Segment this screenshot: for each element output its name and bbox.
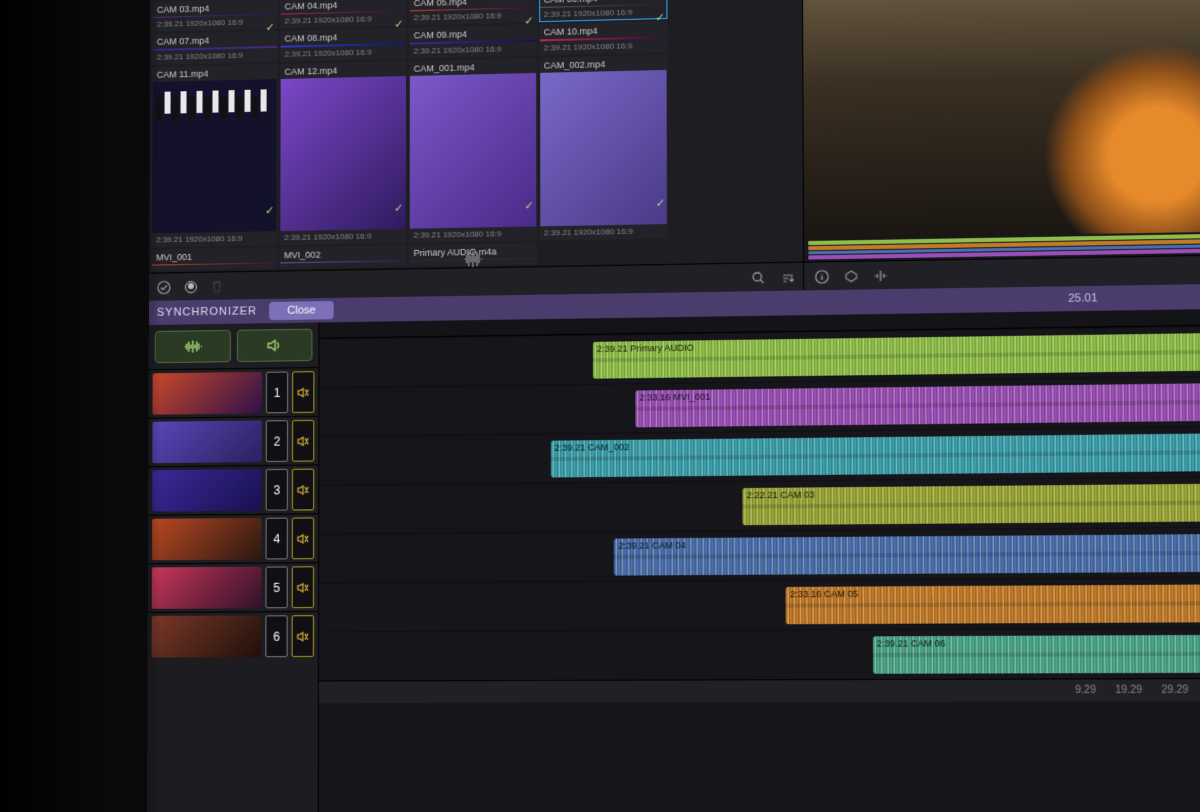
checkmark-icon: ✓ [656, 196, 666, 209]
track-number: 1 [266, 372, 288, 414]
track-mute-icon[interactable] [292, 371, 314, 413]
clip-item[interactable]: CAM 09.mp4✓2:39.21 1920x1080 16:9 [409, 25, 537, 59]
audio-sync-button[interactable] [236, 329, 312, 362]
audio-segment[interactable]: 2:39.21 CAM_002 [550, 431, 1200, 477]
track-header-column: 1 2 3 4 5 6 [147, 322, 320, 812]
segment-label: 2:33.16 MVI_001 [639, 392, 710, 403]
preview-image [803, 0, 1200, 239]
clip-item[interactable]: Primary AUDIO.m4a🔊 [408, 242, 536, 266]
track-number: 5 [265, 566, 287, 608]
clip-item[interactable]: CAM 11.mp4✓2:39.21 1920x1080 16:9 [151, 63, 277, 247]
track-thumbnail [152, 518, 262, 560]
timeline-timecode: 25.01 [1068, 292, 1097, 305]
clip-item[interactable]: CAM 04.mp4✓2:39.21 1920x1080 16:9 [280, 0, 407, 29]
checkmark-icon: ✓ [524, 14, 533, 27]
clip-metadata: 2:39.21 1920x1080 16:9 [409, 226, 535, 241]
waveform-sync-button[interactable] [155, 330, 231, 363]
clip-item[interactable]: MVI_002 [279, 245, 406, 269]
clip-item[interactable]: CAM 07.mp4✓2:39.21 1920x1080 16:9 [152, 31, 278, 64]
track-header[interactable]: 4 [148, 513, 318, 563]
segment-label: 2:33.16 CAM 05 [790, 589, 858, 600]
audio-segment[interactable]: 2:39.21 CAM 06 [872, 634, 1200, 674]
checkmark-icon: ✓ [265, 204, 274, 217]
segment-label: 2:39.21 CAM_002 [554, 442, 629, 453]
track-number: 4 [266, 518, 288, 560]
preview-viewer [803, 0, 1200, 290]
clip-metadata: 2:39.21 1920x1080 16:9 [152, 231, 276, 246]
timeline-track[interactable]: 2:39.21 CAM 04 [319, 525, 1200, 582]
timeline-tracks: 2:39.21 Primary AUDIO 2:33.16 MVI_001 2:39… [319, 306, 1200, 812]
segment-label: 2:39.21 Primary AUDIO [597, 342, 694, 354]
trash-button[interactable] [211, 280, 223, 293]
track-thumbnail [152, 372, 261, 415]
clip-item[interactable]: CAM 08.mp4✓2:39.21 1920x1080 16:9 [280, 28, 407, 62]
track-mute-icon[interactable] [292, 566, 314, 608]
track-thumbnail [152, 469, 262, 512]
clip-item[interactable]: CAM 05.mp4✓2:39.21 1920x1080 16:9 [409, 0, 537, 26]
track-mute-icon[interactable] [292, 517, 314, 559]
clip-item[interactable]: CAM_001.mp4✓2:39.21 1920x1080 16:9 [408, 57, 536, 242]
video-editor-app: CAM 03.mp4✓2:39.21 1920x1080 16:9CAM 04.… [147, 0, 1200, 812]
timeline-track[interactable]: 2:33.16 CAM 05 [319, 576, 1200, 631]
track-thumbnail [152, 615, 262, 657]
segment-label: 2:39.21 CAM 06 [877, 638, 946, 649]
clip-thumbnail: ✓ [280, 76, 405, 231]
track-thumbnail [152, 567, 262, 609]
track-header[interactable]: 1 [148, 367, 318, 418]
synchronizer-title: SYNCHRONIZER [157, 305, 257, 319]
timeline-track[interactable]: 2:39.21 CAM 06 [319, 627, 1200, 681]
checkmark-icon: ✓ [394, 17, 403, 30]
timeline-track[interactable]: 2:22.21 CAM 03 [319, 475, 1200, 534]
audio-segment[interactable]: 2:22.21 CAM 03 [742, 482, 1200, 525]
footer-time-3: 29.29 [1161, 684, 1188, 696]
audio-segment[interactable]: 2:33.16 CAM 05 [786, 583, 1200, 624]
marker-button[interactable] [844, 268, 859, 283]
track-mute-icon[interactable] [292, 420, 314, 462]
search-button[interactable] [751, 270, 766, 285]
close-button[interactable]: Close [269, 301, 334, 320]
audio-segment[interactable]: 2:39.21 Primary AUDIO [593, 330, 1200, 378]
track-header[interactable]: 6 [148, 611, 318, 661]
clip-thumbnail: ✓ [409, 72, 535, 228]
track-number: 3 [266, 469, 288, 511]
track-mute-icon[interactable] [292, 469, 314, 511]
checkmark-icon: ✓ [524, 199, 533, 212]
clip-metadata: 2:39.21 1920x1080 16:9 [540, 224, 667, 240]
clip-item[interactable]: CAM 10.mp4✓2:39.21 1920x1080 16:9 [539, 21, 668, 55]
clip-item[interactable]: CAM 03.mp4✓2:39.21 1920x1080 16:9 [152, 0, 278, 32]
track-mute-icon[interactable] [292, 615, 314, 657]
track-header[interactable]: 2 [148, 416, 318, 466]
track-number: 2 [266, 420, 288, 462]
info-button[interactable] [815, 269, 830, 284]
track-header[interactable]: 5 [148, 562, 318, 612]
track-header[interactable]: 3 [148, 464, 318, 514]
sync-tool-button[interactable] [874, 268, 889, 283]
segment-label: 2:39.21 CAM 04 [618, 540, 685, 551]
audio-segment[interactable]: 2:33.16 MVI_001 [635, 381, 1200, 428]
checkmark-icon: ✓ [394, 201, 403, 214]
clip-browser: CAM 03.mp4✓2:39.21 1920x1080 16:9CAM 04.… [149, 0, 805, 301]
audio-segment[interactable]: 2:39.21 CAM 04 [614, 533, 1200, 576]
selection-mode-button[interactable] [185, 280, 197, 292]
sort-button[interactable] [781, 270, 796, 285]
clip-item[interactable]: CAM 12.mp4✓2:39.21 1920x1080 16:9 [279, 60, 406, 245]
footer-time-1: 9.29 [1075, 685, 1096, 697]
checkmark-icon: ✓ [265, 20, 274, 33]
clip-metadata: 2:39.21 1920x1080 16:9 [280, 229, 405, 244]
clip-item[interactable]: CAM 06.mp42:39.21 1920x1080 16:9 [539, 0, 668, 22]
clip-item[interactable]: CAM_002.mp4✓2:39.21 1920x1080 16:9 [539, 54, 669, 240]
track-number: 6 [265, 615, 287, 657]
clip-thumbnail: ✓ [540, 69, 668, 226]
segment-label: 2:22.21 CAM 03 [747, 489, 815, 500]
checkmark-icon: ✓ [655, 10, 665, 23]
clip-thumbnail: ✓ [152, 79, 276, 234]
footer-time-2: 19.29 [1115, 685, 1142, 697]
clip-item[interactable]: MVI_001 [151, 247, 277, 271]
timeline-footer: 9.29 19.29 29.29 ✕ « » ⊕ ⚙ [319, 678, 1200, 703]
track-thumbnail [152, 420, 262, 463]
